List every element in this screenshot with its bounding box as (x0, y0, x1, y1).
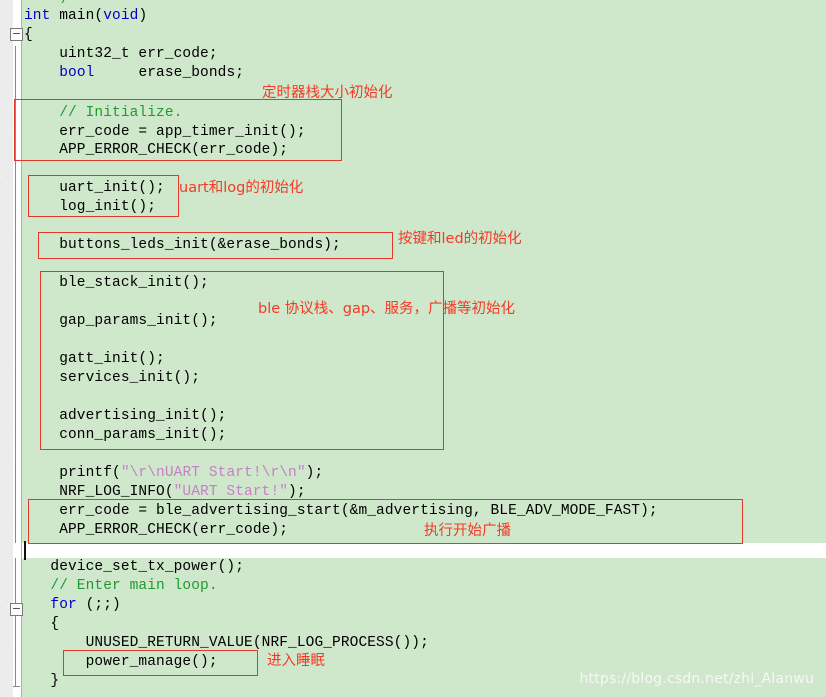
annotation-buttons-leds: 按键和led的初始化 (398, 231, 522, 247)
code-line-loop-open-brace: { (24, 616, 60, 632)
code-line-open-brace: { (24, 27, 33, 43)
code-line-advertising-init: advertising_init(); (24, 408, 227, 424)
code-line-for-loop: for (;;) (24, 596, 121, 615)
keyword-int: int (24, 8, 51, 24)
printf-string-literal: "\r\nUART Start!\r\n" (120, 465, 306, 481)
code-line-err-check-1: APP_ERROR_CHECK(err_code); (24, 142, 289, 158)
code-line-uart-init: uart_init(); (24, 180, 165, 196)
log-tail: ); (288, 484, 306, 500)
fold-collapse-icon-main[interactable] (10, 28, 23, 41)
fold-stem-main (15, 46, 16, 543)
code-line-services-init: services_init(); (24, 370, 201, 386)
annotation-ble-init-group: ble 协议栈、gap、服务，广播等初始化 (258, 301, 516, 317)
code-line-app-timer-init: err_code = app_timer_init(); (24, 124, 306, 140)
keyword-for: for (24, 597, 77, 613)
code-line-gap-params-init: gap_params_init(); (24, 313, 218, 329)
code-line-decl-erasebonds: bool erase_bonds; (24, 64, 244, 83)
annotation-uart-log-init: uart和log的初始化 (179, 180, 304, 196)
code-line-unused-return-value: UNUSED_RETURN_VALUE(NRF_LOG_PROCESS()); (24, 635, 429, 651)
fold-stem-for (15, 614, 16, 686)
gutter-divider-line (21, 0, 22, 697)
fold-end-tick (13, 686, 20, 687)
code-line-ble-advertising-start: err_code = ble_advertising_start(&m_adve… (24, 503, 658, 519)
code-line-power-manage: power_manage(); (24, 654, 218, 670)
annotation-timer-init: 定时器栈大小初始化 (262, 85, 393, 101)
text-caret (24, 541, 26, 560)
fold-collapse-icon-for[interactable] (10, 603, 23, 616)
decl-bool-name: erase_bonds; (94, 65, 245, 81)
fold-stem-main-tail (15, 558, 16, 608)
code-line-err-check-2: APP_ERROR_CHECK(err_code); (24, 522, 289, 538)
code-line-conn-params-init: conn_params_init(); (24, 427, 227, 443)
paren-close: ) (138, 8, 148, 24)
code-line-comment-main-loop: // Enter main loop. (24, 578, 218, 594)
empty-cursor-line[interactable] (22, 543, 826, 558)
code-line-gatt-init: gatt_init(); (24, 351, 165, 367)
log-call: NRF_LOG_INFO( (24, 484, 174, 500)
code-line-printf-uart-start: printf("\r\nUART Start!\r\n"); (24, 464, 323, 483)
log-string-literal: "UART Start!" (173, 484, 289, 500)
editor-gutter-strip (0, 0, 13, 697)
fn-main: main( (50, 8, 104, 24)
code-line-ble-stack-init: ble_stack_init(); (24, 275, 209, 291)
code-line-buttons-leds-init: buttons_leds_init(&erase_bonds); (24, 237, 341, 253)
csdn-watermark: https://blog.csdn.net/zhi_Alanwu (579, 671, 814, 687)
code-screenshot: */ int main(void) { uint32_t err_code; b… (0, 0, 826, 697)
code-line-decl-errcode: uint32_t err_code; (24, 46, 218, 62)
annotation-power-manage: 进入睡眠 (267, 653, 325, 669)
code-line-log-init: log_init(); (24, 199, 157, 215)
code-line-comment-initialize: // Initialize. (24, 105, 183, 121)
for-clause: (;;) (76, 597, 121, 613)
printf-call: printf( (24, 465, 121, 481)
code-line-main-signature: int main(void) (24, 7, 147, 26)
code-line-nrf-log-info: NRF_LOG_INFO("UART Start!"); (24, 483, 306, 502)
printf-tail: ); (305, 465, 324, 481)
keyword-void: void (103, 8, 139, 24)
annotation-advertising-start: 执行开始广播 (424, 523, 511, 539)
keyword-bool: bool (59, 65, 95, 81)
code-line-device-set-tx-power: device_set_tx_power(); (24, 559, 245, 575)
code-line-loop-close-brace: } (24, 673, 60, 689)
